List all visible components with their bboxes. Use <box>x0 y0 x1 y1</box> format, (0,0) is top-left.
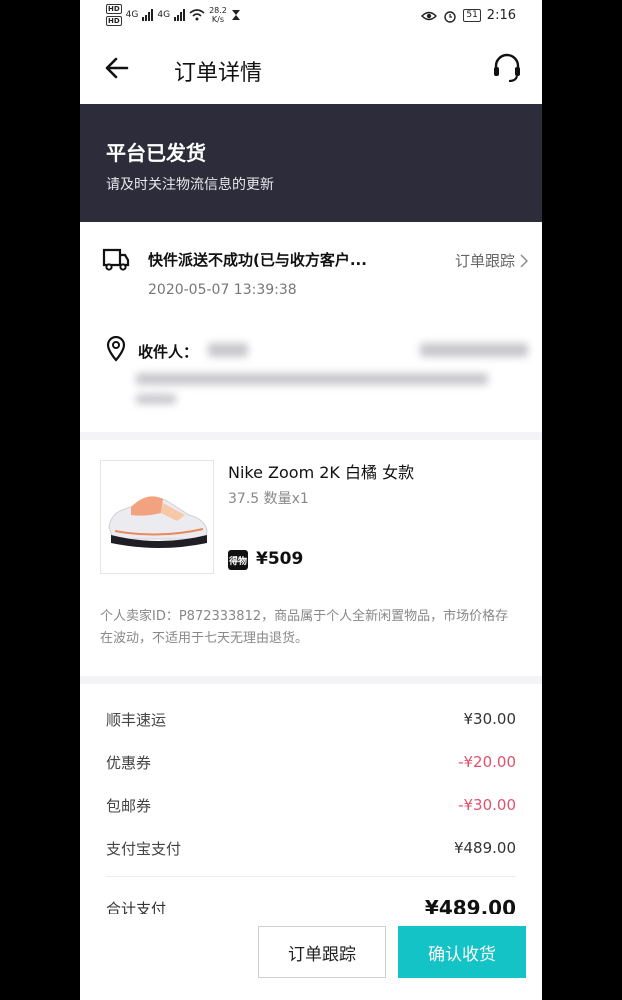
status-bar: HD HD 4G 4G 28.2 K/s 51 2:16 <box>80 0 542 36</box>
back-arrow-icon[interactable] <box>104 54 130 82</box>
product-price: ¥509 <box>256 549 304 569</box>
app-screen: HD HD 4G 4G 28.2 K/s 51 2:16 订单详情 平台已发货 … <box>80 0 542 1000</box>
customer-service-icon[interactable] <box>492 52 522 84</box>
eye-icon <box>421 11 438 20</box>
payment-row-label: 包邮券 <box>106 796 152 815</box>
payment-row-value: ¥30.00 <box>463 710 517 728</box>
receiver-address-redacted <box>136 373 488 385</box>
logistics-time: 2020-05-07 13:39:38 <box>148 282 297 298</box>
order-status-banner: 平台已发货 请及时关注物流信息的更新 <box>80 104 542 222</box>
order-tracking-link[interactable]: 订单跟踪 <box>455 250 528 271</box>
payment-row-label: 顺丰速运 <box>106 710 167 729</box>
truck-icon <box>102 248 130 271</box>
product-card[interactable]: Nike Zoom 2K 白橘 女款 37.5 数量x1 得物 ¥509 个人卖… <box>80 440 542 676</box>
order-tracking-label: 订单跟踪 <box>454 252 515 270</box>
bottom-action-bar: 订单跟踪 确认收货 <box>80 914 542 1000</box>
product-spec: 37.5 数量x1 <box>228 491 309 507</box>
payment-row-shipping: 顺丰速运 ¥30.00 <box>106 707 516 731</box>
page-title: 订单详情 <box>174 61 263 86</box>
hourglass-icon <box>231 10 240 20</box>
confirm-receipt-button[interactable]: 确认收货 <box>398 926 526 978</box>
status-bar-left: HD HD 4G 4G 28.2 K/s <box>106 4 241 26</box>
receiver-name-redacted <box>208 343 248 357</box>
sneaker-image <box>108 496 208 548</box>
receiver-label: 收件人： <box>138 343 199 361</box>
network-speed-unit: K/s <box>211 15 225 24</box>
platform-logo-icon: 得物 <box>228 550 248 570</box>
product-name: Nike Zoom 2K 白橘 女款 <box>228 463 415 482</box>
product-image[interactable] <box>100 460 214 574</box>
payment-row-label: 支付宝支付 <box>106 839 182 858</box>
alarm-icon <box>444 10 457 23</box>
signal-icon <box>174 9 186 21</box>
network-type: 4G <box>157 10 171 20</box>
payment-row-free-shipping-coupon: 包邮券 -¥30.00 <box>106 793 516 817</box>
hd-badge: HD <box>106 16 122 26</box>
hd-badge: HD <box>106 4 122 14</box>
logistics-card[interactable]: 快件派送不成功(已与收方客户... 订单跟踪 2020-05-07 13:39:… <box>80 222 542 432</box>
payment-row-coupon: 优惠券 -¥20.00 <box>106 750 516 774</box>
receiver-phone-redacted <box>420 343 528 357</box>
battery-icon: 51 <box>463 9 481 22</box>
order-tracking-button[interactable]: 订单跟踪 <box>258 926 386 978</box>
app-header: 订单详情 <box>80 36 542 104</box>
status-bar-right: 51 2:16 <box>421 8 516 23</box>
status-time: 2:16 <box>486 8 516 23</box>
divider <box>106 876 516 877</box>
location-pin-icon <box>106 336 126 362</box>
payment-row-alipay: 支付宝支付 ¥489.00 <box>106 836 516 860</box>
payment-row-label: 优惠券 <box>106 753 152 772</box>
payment-row-value: -¥20.00 <box>458 753 516 771</box>
receiver-address-redacted <box>136 394 176 404</box>
seller-note: 个人卖家ID：P872333812，商品属于个人全新闲置物品，市场价格存在波动，… <box>100 609 509 646</box>
network-speed: 28.2 <box>209 6 227 15</box>
order-status-title: 平台已发货 <box>106 141 206 165</box>
wifi-icon <box>189 9 205 21</box>
signal-icon <box>142 9 154 21</box>
network-type: 4G <box>125 10 139 20</box>
chevron-right-icon <box>520 254 528 267</box>
logistics-status: 快件派送不成功(已与收方客户... <box>148 251 367 269</box>
payment-row-value: -¥30.00 <box>458 796 516 814</box>
payment-row-value: ¥489.00 <box>453 839 516 857</box>
order-status-subtitle: 请及时关注物流信息的更新 <box>106 177 274 193</box>
